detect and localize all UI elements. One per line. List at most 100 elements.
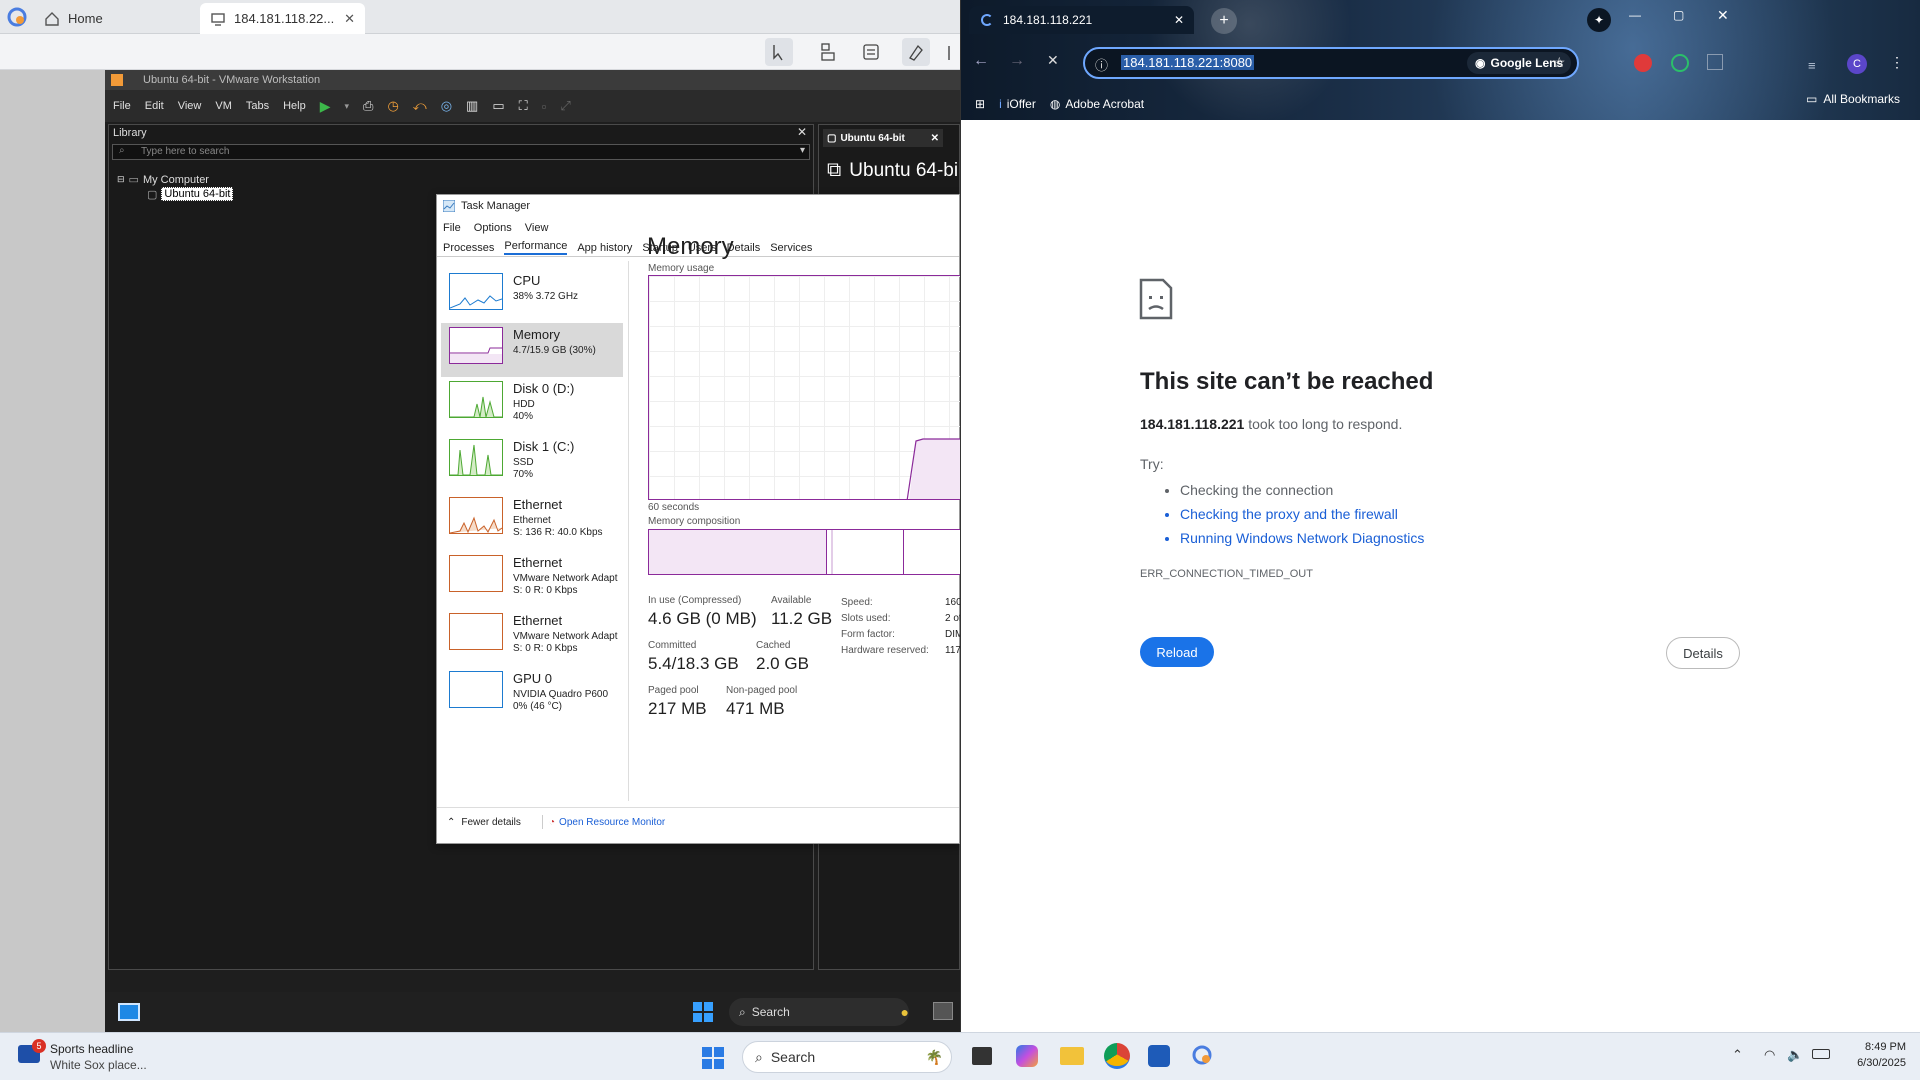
tree-my-computer[interactable]: ⊟ ▭ My Computer	[117, 173, 209, 187]
guest-search-label: Search	[751, 1005, 790, 1019]
chevron-down-icon[interactable]: ▾	[800, 145, 805, 156]
menu-file[interactable]: File	[113, 100, 131, 112]
wifi-icon[interactable]: ◠	[1764, 1047, 1775, 1063]
more-tool-icon[interactable]	[945, 38, 960, 66]
perf-item-memory[interactable]: Memory 4.7/15.9 GB (30%)	[441, 323, 623, 377]
nonpaged-pool-value: 471 MB	[726, 699, 785, 718]
volume-icon[interactable]: 🔈	[1787, 1047, 1803, 1063]
taskbar-search[interactable]: ⌕ Search 🌴	[742, 1041, 952, 1073]
battery-icon[interactable]	[1812, 1049, 1830, 1059]
perf-item-gpu[interactable]: GPU 0 NVIDIA Quadro P600 0% (46 °C)	[441, 667, 623, 721]
tab-home[interactable]: Home	[34, 3, 194, 34]
new-tab-icon[interactable]: +	[1211, 8, 1237, 34]
tab-services[interactable]: Services	[770, 242, 812, 254]
menu-edit[interactable]: Edit	[145, 100, 164, 112]
tab-remote-session[interactable]: 184.181.118.22... ✕	[200, 3, 365, 34]
bookmark-ioffer[interactable]: i iOffer	[999, 97, 1036, 111]
revert-icon[interactable]: ⤺	[413, 98, 427, 114]
clock-time[interactable]: 8:49 PM	[1856, 1041, 1906, 1053]
library-view-icon[interactable]: ▥	[466, 98, 478, 114]
fewer-details-button[interactable]: ⌃ Fewer details	[447, 817, 521, 828]
site-info-icon[interactable]: ⓘ	[1095, 55, 1108, 74]
close-vm-tab-icon[interactable]: ✕	[931, 133, 943, 144]
remote-app-icon[interactable]	[1192, 1045, 1214, 1067]
address-bar[interactable]: ⓘ 184.181.118.221:8080 ◉ Google Lens ☆	[1083, 47, 1579, 79]
manage-snapshots-icon[interactable]: ◎	[441, 98, 452, 114]
chrome-tab[interactable]: 184.181.118.221 ✕	[969, 6, 1194, 34]
perf-item-ethernet-vmnet1[interactable]: Ethernet VMware Network Adapt S: 0 R: 0 …	[441, 551, 623, 605]
stop-icon[interactable]: ✕	[1047, 52, 1059, 69]
profile-avatar[interactable]: C	[1847, 54, 1867, 74]
pointer-tool-icon[interactable]	[765, 38, 793, 66]
collapse-icon[interactable]: ⊟	[117, 174, 125, 185]
clock-date[interactable]: 6/30/2025	[1842, 1057, 1906, 1069]
close-window-icon[interactable]: ✕	[1717, 7, 1729, 24]
perf-item-cpu[interactable]: CPU 38% 3.72 GHz	[441, 269, 623, 323]
grammarly-icon[interactable]	[1671, 54, 1689, 72]
tm-menu-file[interactable]: File	[443, 222, 461, 234]
all-bookmarks-button[interactable]: ▭ All Bookmarks	[1806, 92, 1900, 106]
forward-icon[interactable]: →	[1009, 52, 1025, 70]
perf-item-ethernet[interactable]: Ethernet Ethernet S: 136 R: 40.0 Kbps	[441, 493, 623, 547]
windows-start-icon[interactable]	[693, 1002, 713, 1022]
search-highlight-icon: 🌴	[925, 1048, 943, 1065]
bookmark-adobe[interactable]: ◍ Adobe Acrobat	[1050, 97, 1144, 111]
store-icon[interactable]	[1148, 1045, 1170, 1067]
print-icon[interactable]: ⎙	[363, 98, 373, 114]
task-view-icon[interactable]	[972, 1047, 992, 1065]
chevron-up-icon[interactable]: ⌃	[1732, 1047, 1743, 1063]
perf-item-disk1[interactable]: Disk 1 (C:) SSD 70%	[441, 435, 623, 489]
gemini-icon[interactable]: ✦	[1587, 8, 1611, 32]
task-view-icon[interactable]	[933, 1002, 953, 1020]
tab-processes[interactable]: Processes	[443, 242, 494, 254]
fullscreen-icon[interactable]: ⛶	[519, 98, 528, 114]
perf-item-ethernet-vmnet2[interactable]: Ethernet VMware Network Adapt S: 0 R: 0 …	[441, 609, 623, 663]
menu-help[interactable]: Help	[283, 100, 306, 112]
unity-icon[interactable]: ▫	[542, 99, 547, 114]
cast-icon[interactable]: ≡	[1808, 58, 1816, 73]
snapshot-icon[interactable]: ◷	[387, 98, 398, 114]
close-tab-icon[interactable]: ✕	[344, 11, 355, 27]
maximize-icon[interactable]: ▢	[1673, 8, 1684, 22]
console-view-icon[interactable]: ▭	[492, 98, 504, 114]
bookmark-star-icon[interactable]: ☆	[1553, 54, 1566, 71]
details-button[interactable]: Details	[1666, 637, 1740, 669]
tab-app-history[interactable]: App history	[577, 242, 632, 254]
tm-menu-options[interactable]: Options	[474, 222, 512, 234]
guest-search-box[interactable]: ⌕ Search ●	[729, 998, 909, 1026]
start-button[interactable]	[702, 1047, 724, 1069]
library-search-input[interactable]: ⌕ Type here to search ▾	[112, 144, 810, 160]
perf-item-disk0[interactable]: Disk 0 (D:) HDD 40%	[441, 377, 623, 431]
tab-performance[interactable]: Performance	[504, 240, 568, 255]
chrome-menu-icon[interactable]: ⋮	[1890, 54, 1904, 71]
suggestion-link-proxy[interactable]: Checking the proxy and the firewall	[1180, 502, 1424, 526]
back-icon[interactable]: ←	[973, 52, 989, 70]
news-title[interactable]: Sports headline	[50, 1042, 133, 1056]
menu-vm[interactable]: VM	[215, 100, 232, 112]
menu-view[interactable]: View	[178, 100, 202, 112]
power-on-icon[interactable]: ▶	[320, 98, 331, 115]
minimize-icon[interactable]: —	[1629, 8, 1641, 22]
perf-title: Disk 0 (D:)	[513, 381, 575, 396]
extension-icon[interactable]	[1707, 54, 1723, 70]
tree-ubuntu[interactable]: ▢ Ubuntu 64-bit	[147, 187, 234, 201]
apps-grid-icon[interactable]: ⊞	[975, 97, 985, 111]
draw-tool-icon[interactable]	[902, 38, 930, 66]
file-explorer-icon[interactable]	[1060, 1047, 1084, 1065]
reload-button[interactable]: Reload	[1140, 637, 1214, 667]
tm-menu-view[interactable]: View	[525, 222, 549, 234]
chrome-taskbar-icon[interactable]	[1104, 1043, 1130, 1069]
menu-tabs[interactable]: Tabs	[246, 100, 269, 112]
stretch-icon[interactable]: ⤢	[560, 98, 570, 114]
close-tab-icon[interactable]: ✕	[1174, 13, 1184, 27]
vm-tab[interactable]: ▢ Ubuntu 64-bit ✕	[823, 129, 943, 147]
open-resource-monitor-link[interactable]: ◔ Open Resource Monitor	[549, 817, 665, 828]
guest-start-icon[interactable]	[118, 1003, 140, 1021]
suggestion-link-diagnostics[interactable]: Running Windows Network Diagnostics	[1180, 526, 1424, 550]
extension-red-icon[interactable]	[1634, 54, 1652, 72]
close-library-icon[interactable]: ✕	[797, 125, 807, 139]
apps-tool-icon[interactable]	[814, 38, 842, 66]
transfer-tool-icon[interactable]	[857, 38, 885, 66]
chevron-down-icon[interactable]: ▾	[345, 101, 350, 112]
copilot-icon[interactable]	[1016, 1045, 1038, 1067]
